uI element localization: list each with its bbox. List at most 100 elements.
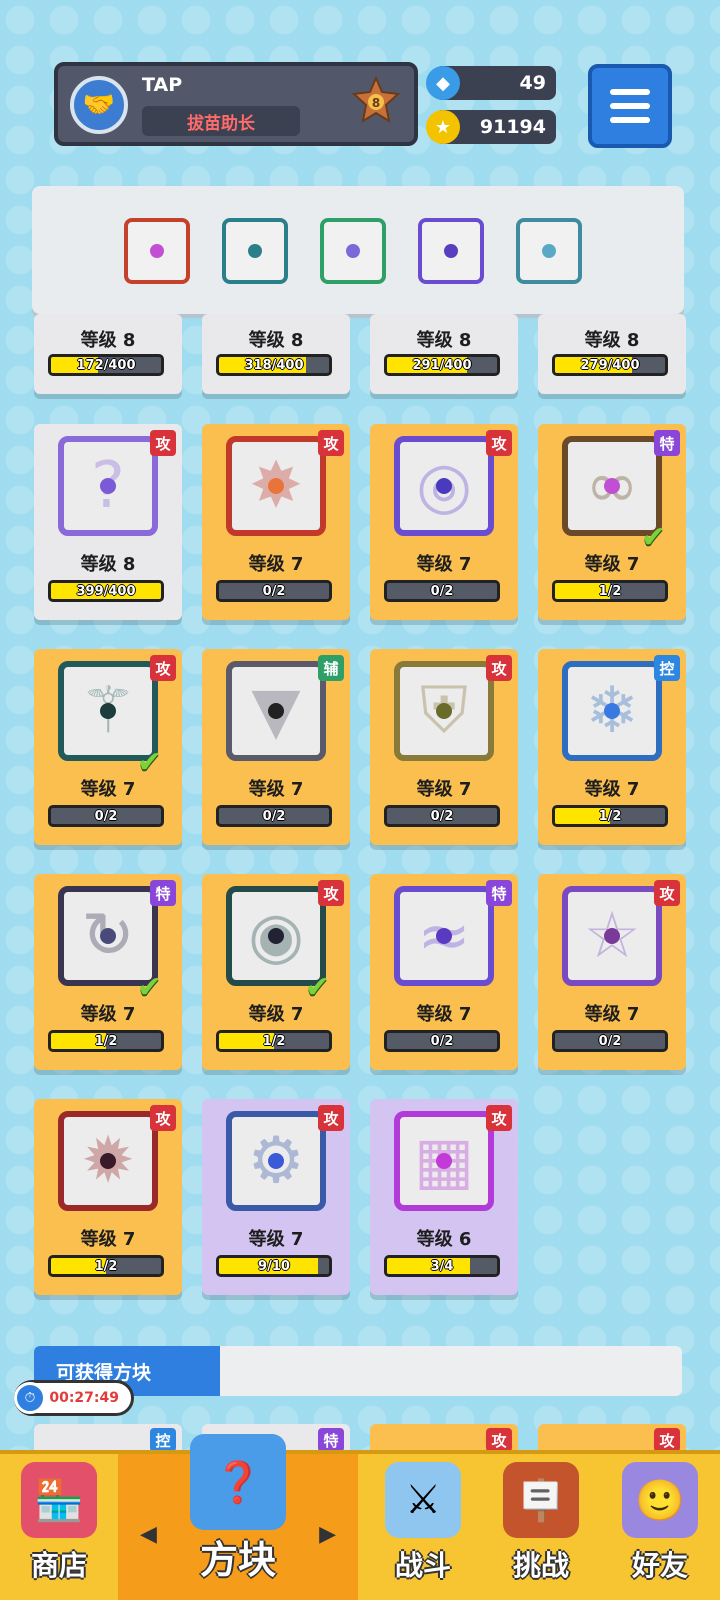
cube-card[interactable]: 特∞✔等级 71/2 — [538, 424, 686, 620]
cube-card[interactable]: 等级 8 172/400 — [34, 314, 182, 394]
deck-slot-hands[interactable] — [320, 218, 386, 284]
nav-friends[interactable]: 🙂 好友 — [600, 1454, 720, 1600]
vortex-icon — [542, 244, 556, 258]
cube-card[interactable]: 特≈ 等级 7 0/2 — [370, 874, 518, 1070]
card-progress-bar: 1/2 — [216, 1030, 332, 1052]
cube-card[interactable]: 攻☆ 等级 7 0/2 — [538, 874, 686, 1070]
cube-card[interactable]: 攻✸ 等级 7 0/2 — [202, 424, 350, 620]
card-progress-text: 1/2 — [598, 583, 622, 599]
deck-slot-vortex[interactable] — [516, 218, 582, 284]
cube-card[interactable]: 攻⚙ 等级 7 9/10 — [202, 1099, 350, 1295]
card-art: ⛨ — [394, 661, 494, 761]
menu-button[interactable] — [588, 64, 672, 148]
card-art: ✸ — [226, 436, 326, 536]
card-level: 等级 7 — [248, 779, 304, 800]
card-type-tag: 攻 — [654, 880, 680, 906]
card-type-tag: 攻 — [318, 880, 344, 906]
card-progress-bar: 291/400 — [384, 354, 500, 376]
cube-card[interactable]: 辅▼ 等级 7 0/2 — [202, 649, 350, 845]
cube-card[interactable]: 攻▦ 等级 6 3/4 — [370, 1099, 518, 1295]
cube-card[interactable]: 攻◎ 等级 7 0/2 — [370, 424, 518, 620]
eye-icon — [444, 244, 458, 258]
equipped-deck — [32, 186, 684, 314]
card-progress-bar: 9/10 — [216, 1255, 332, 1277]
cube-card[interactable]: 等级 8 318/400 — [202, 314, 350, 394]
card-progress-text: 1/2 — [94, 1033, 118, 1049]
card-progress-text: 1/2 — [94, 1258, 118, 1274]
deck-slot-rainbow[interactable] — [124, 218, 190, 284]
handshake-icon: 🤝 — [70, 76, 128, 134]
card-progress-bar: 0/2 — [384, 580, 500, 602]
nav-cubes-label: 方块 — [199, 1538, 276, 1582]
profile-panel[interactable]: 🤝 TAP 拔苗助长 8 — [54, 62, 418, 146]
menu-icon-line — [610, 89, 650, 95]
nav-battle[interactable]: ⚔ 战斗 — [364, 1454, 482, 1600]
card-level: 等级 6 — [416, 1229, 472, 1250]
nav-right-arrow-icon[interactable]: ▶ — [319, 1522, 336, 1547]
card-progress-text: 0/2 — [94, 808, 118, 824]
card-art: ▼ — [226, 661, 326, 761]
nav-cubes[interactable]: ❓ ◀ 方块 ▶ — [118, 1434, 358, 1600]
card-pip — [100, 703, 116, 719]
nav-left-arrow-icon[interactable]: ◀ — [140, 1522, 157, 1547]
player-name: TAP — [142, 74, 183, 96]
infinity-icon — [150, 244, 164, 258]
card-art: ⚙ — [226, 1111, 326, 1211]
card-level: 等级 7 — [248, 554, 304, 575]
card-pip — [436, 1153, 452, 1169]
card-progress-bar: 279/400 — [552, 354, 668, 376]
card-progress-text: 9/10 — [258, 1258, 290, 1274]
card-progress-text: 172/400 — [76, 357, 136, 373]
card-type-tag: 特 — [318, 1428, 344, 1452]
cube-card[interactable]: 等级 8 291/400 — [370, 314, 518, 394]
cube-card[interactable]: 攻✹ 等级 7 1/2 — [34, 1099, 182, 1295]
coins-value: 91194 — [479, 116, 546, 138]
timer-value: 00:27:49 — [49, 1390, 119, 1406]
card-progress-bar: 0/2 — [216, 805, 332, 827]
card-type-tag: 攻 — [318, 1105, 344, 1131]
card-type-tag: 攻 — [486, 430, 512, 456]
deck-slot-sword[interactable] — [222, 218, 288, 284]
nav-shop[interactable]: 🏪 商店 — [0, 1454, 118, 1600]
card-progress-bar: 1/2 — [552, 580, 668, 602]
nav-challenge[interactable]: 🪧 挑战 — [482, 1454, 600, 1600]
sword-icon — [248, 244, 262, 258]
card-progress-text: 318/400 — [244, 357, 304, 373]
cube-card[interactable]: 特↻✔等级 71/2 — [34, 874, 182, 1070]
card-progress-bar: 3/4 — [384, 1255, 500, 1277]
card-pip — [436, 928, 452, 944]
card-type-tag: 特 — [150, 880, 176, 906]
rank-number: 8 — [372, 96, 380, 110]
card-progress-text: 0/2 — [262, 583, 286, 599]
card-progress-bar: 1/2 — [48, 1030, 164, 1052]
card-pip — [100, 928, 116, 944]
card-progress-bar: 0/2 — [48, 805, 164, 827]
card-level: 等级 7 — [416, 554, 472, 575]
challenge-board-icon: 🪧 — [503, 1462, 579, 1538]
cube-card[interactable]: 攻? 等级 8 399/400 — [34, 424, 182, 620]
deck-slot-eye[interactable] — [418, 218, 484, 284]
card-art: ◎ — [394, 436, 494, 536]
cube-card[interactable]: 等级 8 279/400 — [538, 314, 686, 394]
card-pip — [268, 1153, 284, 1169]
cube-card[interactable]: 攻◉✔等级 71/2 — [202, 874, 350, 1070]
card-pip — [268, 928, 284, 944]
card-progress-text: 399/400 — [76, 583, 136, 599]
checkmark-icon: ✔ — [136, 745, 162, 780]
card-progress-bar: 399/400 — [48, 580, 164, 602]
nav-battle-label: 战斗 — [394, 1549, 451, 1582]
cube-card[interactable]: 攻⚚✔等级 70/2 — [34, 649, 182, 845]
card-level: 等级 8 — [584, 330, 640, 351]
card-progress-text: 0/2 — [598, 1033, 622, 1049]
card-type-tag: 攻 — [486, 1105, 512, 1131]
card-pip — [100, 1153, 116, 1169]
mystery-cube-icon: ❓ — [190, 1434, 286, 1530]
card-progress-bar: 172/400 — [48, 354, 164, 376]
card-art: ✹ — [58, 1111, 158, 1211]
card-progress-bar: 0/2 — [552, 1030, 668, 1052]
card-type-tag: 攻 — [150, 655, 176, 681]
cube-card[interactable]: 控❄ 等级 7 1/2 — [538, 649, 686, 845]
checkmark-icon: ✔ — [304, 970, 330, 1005]
card-type-tag: 攻 — [654, 1428, 680, 1452]
cube-card[interactable]: 攻⛨ 等级 7 0/2 — [370, 649, 518, 845]
